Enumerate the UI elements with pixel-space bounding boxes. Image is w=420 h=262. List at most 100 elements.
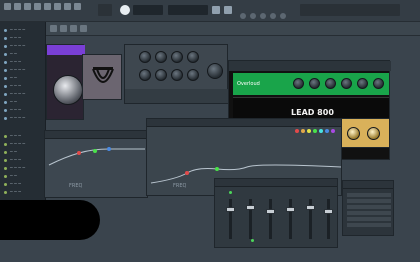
plugin-footer	[125, 89, 229, 103]
fader-4[interactable]	[286, 207, 295, 212]
browser-item[interactable]: ─ ─ ─ ─	[4, 92, 42, 97]
knob[interactable]	[155, 51, 167, 63]
browser-item[interactable]: ─ ─ ─	[4, 158, 42, 163]
gain-knob[interactable]	[53, 75, 83, 105]
fader-2[interactable]	[246, 205, 255, 210]
fx-slot[interactable]	[347, 205, 391, 209]
gold-knob[interactable]	[367, 127, 380, 140]
browser-item[interactable]: ─ ─ ─ ─	[4, 142, 42, 147]
plugin-header	[47, 45, 85, 55]
snap-icon[interactable]	[50, 25, 57, 32]
file-icon[interactable]	[4, 3, 11, 10]
time-display[interactable]	[168, 5, 208, 15]
tempo-display[interactable]	[133, 5, 163, 15]
fader-track	[327, 199, 330, 239]
fader-5[interactable]	[306, 205, 315, 210]
knob[interactable]	[139, 69, 151, 81]
browser-item[interactable]: ─ ─ ─	[4, 134, 42, 139]
amp-title-bar	[229, 61, 391, 71]
edit-icon[interactable]	[14, 3, 21, 10]
amp-knob[interactable]	[325, 78, 336, 89]
fader-track	[269, 199, 272, 239]
browser-item[interactable]: ─ ─ ─ ─	[4, 116, 42, 121]
playlist-icon[interactable]	[280, 13, 286, 19]
browser-item[interactable]: ─ ─ ─	[4, 182, 42, 187]
amp-knob[interactable]	[293, 78, 304, 89]
browser-item[interactable]: ─ ─ ─ ─	[4, 68, 42, 73]
channel-led	[229, 191, 232, 194]
fader-track	[289, 199, 292, 239]
record-icon[interactable]	[224, 6, 232, 14]
play-button[interactable]	[120, 5, 130, 15]
piano-roll-icon[interactable]	[260, 13, 266, 19]
hint-bar	[300, 4, 400, 16]
amp-knob[interactable]	[309, 78, 320, 89]
channel-rack-icon[interactable]	[250, 13, 256, 19]
browser-panel: ─ ─ ─ ─ ─ ─ ─ ─ ─ ─ ─ ─ ─ ─ ─ ─ ─ ─ ─ ─ …	[0, 22, 46, 220]
knob[interactable]	[187, 51, 199, 63]
draw-tool-icon[interactable]	[60, 25, 67, 32]
view-icon[interactable]	[44, 3, 51, 10]
browser-item[interactable]: ─ ─ ─	[4, 36, 42, 41]
eq-freq-label: FREQ	[69, 183, 83, 189]
amp-knob[interactable]	[357, 78, 368, 89]
fader-track	[229, 199, 232, 239]
amp-knob[interactable]	[341, 78, 352, 89]
eq-title-bar	[45, 131, 147, 139]
fx-slot[interactable]	[347, 223, 391, 227]
metronome-icon[interactable]	[212, 6, 220, 14]
help-icon[interactable]	[74, 3, 81, 10]
tools-icon[interactable]	[64, 3, 71, 10]
pattern-selector[interactable]	[98, 4, 112, 16]
plugin-window-knob	[46, 44, 85, 120]
channel-led	[251, 239, 254, 242]
knob[interactable]	[171, 51, 183, 63]
paint-tool-icon[interactable]	[70, 25, 77, 32]
eq2-freq-label: FREQ	[173, 183, 187, 189]
daw-screen: ─ ─ ─ ─ ─ ─ ─ ─ ─ ─ ─ ─ ─ ─ ─ ─ ─ ─ ─ ─ …	[0, 0, 420, 262]
brand-logo-icon	[92, 67, 114, 83]
output-knob[interactable]	[207, 63, 223, 79]
delete-tool-icon[interactable]	[80, 25, 87, 32]
gold-knob[interactable]	[347, 127, 360, 140]
browser-item[interactable]: ─ ─ ─	[4, 108, 42, 113]
knob[interactable]	[139, 51, 151, 63]
fx-slot[interactable]	[347, 211, 391, 215]
options-icon[interactable]	[54, 3, 61, 10]
knob[interactable]	[155, 69, 167, 81]
browser-item[interactable]: ─ ─ ─	[4, 190, 42, 195]
amp-knob[interactable]	[373, 78, 384, 89]
browser-item[interactable]: ─ ─ ─	[4, 60, 42, 65]
fader-6[interactable]	[324, 209, 333, 214]
gold-plugin	[338, 118, 390, 148]
browser-item[interactable]: ─ ─	[4, 100, 42, 105]
fx-slot[interactable]	[347, 199, 391, 203]
browser-item[interactable]: ─ ─	[4, 52, 42, 57]
browser-item[interactable]: ─ ─	[4, 174, 42, 179]
mixer-icon[interactable]	[240, 13, 246, 19]
browser-item[interactable]: ─ ─	[4, 150, 42, 155]
browser-item[interactable]: ─ ─ ─	[4, 84, 42, 89]
fx-slot[interactable]	[347, 217, 391, 221]
video-overlay	[0, 200, 100, 240]
browser-item[interactable]: ─ ─ ─ ─	[4, 28, 42, 33]
patterns-icon[interactable]	[34, 3, 41, 10]
eq-curve[interactable]	[45, 139, 149, 199]
fader-3[interactable]	[266, 209, 275, 214]
browser-icon[interactable]	[270, 13, 276, 19]
add-icon[interactable]	[24, 3, 31, 10]
menu-bar	[0, 0, 420, 22]
amp-control-panel: Overloud	[233, 73, 389, 95]
eq2-title-bar	[147, 119, 341, 127]
mixer-fx-panel	[342, 180, 394, 236]
knob[interactable]	[171, 69, 183, 81]
eq-window-left: FREQ	[44, 130, 148, 198]
knob[interactable]	[187, 69, 199, 81]
fader-1[interactable]	[226, 207, 235, 212]
browser-item[interactable]: ─ ─ ─ ─	[4, 166, 42, 171]
fx-slot[interactable]	[347, 193, 391, 197]
mixer-window	[214, 178, 338, 248]
amp-model: LEAD 800	[291, 108, 334, 117]
browser-item[interactable]: ─ ─ ─ ─	[4, 44, 42, 49]
browser-item[interactable]: ─ ─	[4, 76, 42, 81]
